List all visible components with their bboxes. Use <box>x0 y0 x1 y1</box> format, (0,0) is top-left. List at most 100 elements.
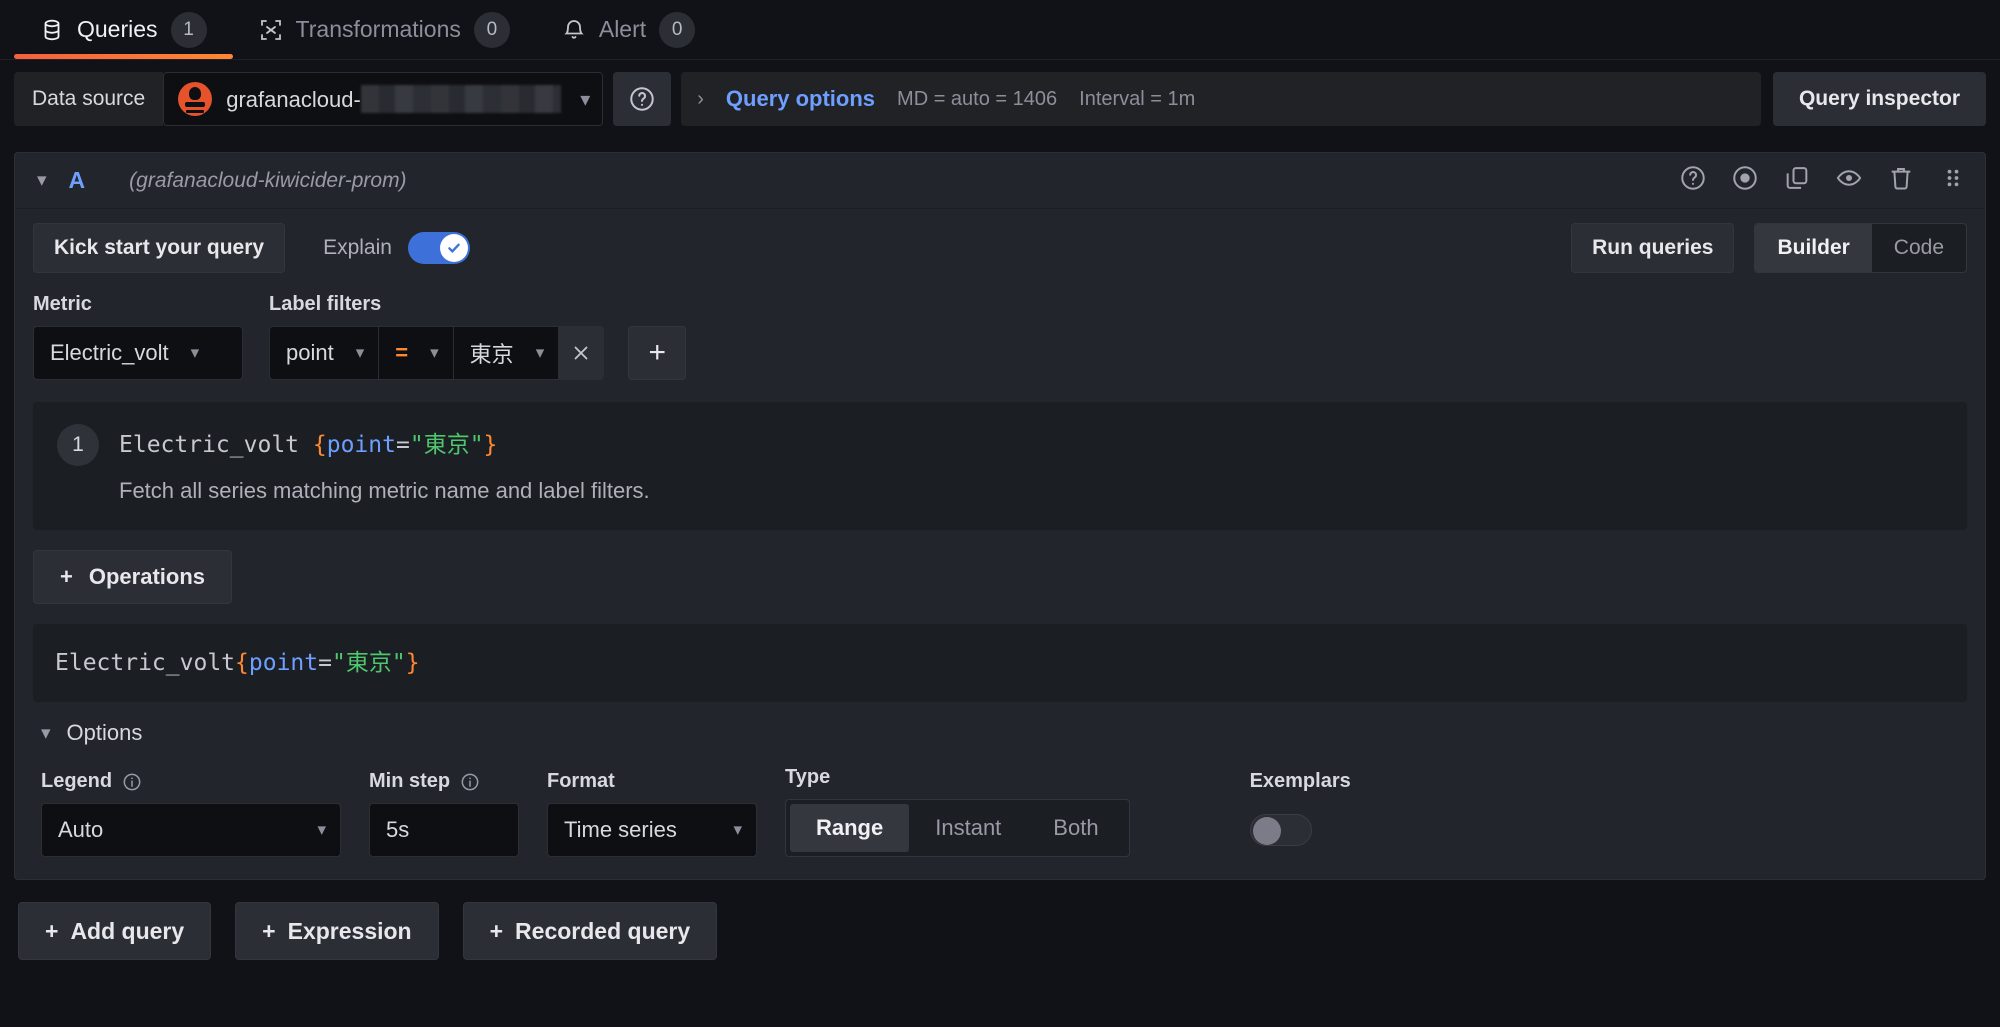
explain-code: Electric_volt {point="東京"} <box>119 424 497 466</box>
legend-label: Legend <box>41 770 113 792</box>
add-query-button[interactable]: + Add query <box>18 902 212 960</box>
toggle-knob <box>439 234 468 262</box>
prometheus-logo-icon <box>178 82 213 116</box>
add-query-label: Add query <box>70 917 185 944</box>
exemplars-field: Exemplars <box>1249 770 1351 857</box>
panel-editor-tabbar: Queries 1 Transformations 0 Alert 0 <box>0 0 2000 60</box>
run-queries-button[interactable]: Run queries <box>1571 223 1735 273</box>
label-filter-operator: = <box>395 340 409 365</box>
tab-queries[interactable]: Queries 1 <box>14 0 233 59</box>
min-step-label: Min step <box>369 770 451 792</box>
legend-value: Auto <box>58 817 104 842</box>
label-filters-label: Label filters <box>269 293 382 315</box>
min-step-input[interactable]: 5s <box>369 803 519 857</box>
trash-icon[interactable] <box>1887 164 1915 197</box>
query-builder-fields: Metric Electric_volt ▾ Label filters poi… <box>15 287 1985 398</box>
editor-mode-code[interactable]: Code <box>1872 224 1966 272</box>
tab-transformations[interactable]: Transformations 0 <box>233 0 536 59</box>
preview-metric: Electric_volt <box>55 650 236 676</box>
preview-label: point <box>248 650 319 676</box>
type-option-both[interactable]: Both <box>1027 804 1124 852</box>
query-preview-code: Electric_volt{point="東京"} <box>55 650 420 676</box>
legend-select[interactable]: Auto ▾ <box>41 803 341 857</box>
preview-open-brace: { <box>235 650 249 676</box>
add-recorded-query-label: Recorded query <box>515 917 691 944</box>
bell-icon <box>562 18 586 42</box>
collapse-query-icon[interactable]: ▾ <box>37 169 47 192</box>
query-options-bar[interactable]: › Query options MD = auto = 1406 Interva… <box>681 72 1761 126</box>
editor-mode-switcher: Builder Code <box>1754 223 1967 273</box>
explain-code-eq: = <box>395 432 410 458</box>
label-filters-field: Label filters point ▾ = ▾ 東京 ▾ + <box>269 293 687 380</box>
tab-transformations-label: Transformations <box>295 16 461 42</box>
target-circle-icon[interactable] <box>1731 164 1759 197</box>
query-ref-id[interactable]: A <box>69 167 86 194</box>
label-filter-key: point <box>286 340 334 365</box>
datasource-row: Data source grafanacloud- ▾ › Query opti… <box>0 60 2000 138</box>
info-icon[interactable] <box>122 772 142 792</box>
type-option-range[interactable]: Range <box>790 804 910 852</box>
toggle-knob <box>1252 817 1281 845</box>
add-recorded-query-button[interactable]: + Recorded query <box>462 902 718 960</box>
editor-mode-builder[interactable]: Builder <box>1755 224 1872 272</box>
explain-code-value: "東京" <box>409 432 484 458</box>
label-filter-key-select[interactable]: point ▾ <box>269 326 379 380</box>
format-select[interactable]: Time series ▾ <box>547 803 757 857</box>
explain-code-metric: Electric_volt <box>119 432 300 458</box>
preview-value: "東京" <box>331 650 406 676</box>
copy-icon[interactable] <box>1783 164 1811 197</box>
operations-row: + Operations <box>15 530 1985 624</box>
help-circle-icon[interactable] <box>1679 164 1707 197</box>
help-circle-icon <box>630 87 654 111</box>
transformations-icon <box>259 18 283 42</box>
preview-eq: = <box>318 650 332 676</box>
label-filter-value-select[interactable]: 東京 ▾ <box>452 326 559 380</box>
explain-toggle[interactable] <box>407 232 470 264</box>
format-label: Format <box>547 770 615 792</box>
explain-description: Fetch all series matching metric name an… <box>119 478 650 503</box>
explain-code-label: point <box>326 432 396 458</box>
query-options-section: ▾ Options Legend Auto ▾ Min step 5s Form… <box>15 702 1985 879</box>
add-label-filter-button[interactable]: + <box>628 326 687 380</box>
datasource-name-redacted <box>360 85 561 113</box>
remove-label-filter-button[interactable] <box>558 326 605 380</box>
drag-handle-icon[interactable] <box>1939 164 1967 197</box>
query-toolbar: Kick start your query Explain Run querie… <box>15 209 1985 287</box>
explain-step-number: 1 <box>57 424 99 466</box>
options-header[interactable]: ▾ Options <box>41 720 1967 746</box>
chevron-down-icon: ▾ <box>430 343 439 362</box>
kick-start-query-button[interactable]: Kick start your query <box>33 223 286 273</box>
close-icon <box>574 346 588 360</box>
metric-field: Metric Electric_volt ▾ <box>33 293 243 380</box>
add-expression-button[interactable]: + Expression <box>235 902 439 960</box>
type-option-instant[interactable]: Instant <box>909 804 1027 852</box>
chevron-down-icon: ▾ <box>317 820 326 839</box>
min-step-field: Min step 5s <box>369 770 519 857</box>
exemplars-toggle[interactable] <box>1249 814 1312 846</box>
check-icon <box>448 243 460 253</box>
metric-select[interactable]: Electric_volt ▾ <box>33 326 243 380</box>
eye-icon[interactable] <box>1835 164 1863 197</box>
chevron-down-icon: ▾ <box>355 343 365 362</box>
tab-alert[interactable]: Alert 0 <box>536 0 721 59</box>
query-options-title[interactable]: Query options <box>726 86 875 112</box>
query-inspector-button[interactable]: Query inspector <box>1772 72 1986 126</box>
options-title: Options <box>66 720 143 745</box>
metric-label: Metric <box>33 293 92 315</box>
options-fields: Legend Auto ▾ Min step 5s Format Time se… <box>41 766 1967 857</box>
label-filter-row: point ▾ = ▾ 東京 ▾ <box>269 326 605 380</box>
tab-transformations-count: 0 <box>473 11 510 48</box>
chevron-down-icon: ▾ <box>580 88 591 111</box>
label-filter-operator-select[interactable]: = ▾ <box>378 326 453 380</box>
plus-icon: + <box>45 917 59 944</box>
tab-queries-label: Queries <box>77 16 158 42</box>
datasource-picker[interactable]: grafanacloud- ▾ <box>163 72 604 126</box>
chevron-down-icon: ▾ <box>733 820 742 839</box>
datasource-help-button[interactable] <box>613 72 672 126</box>
tab-queries-count: 1 <box>170 11 207 48</box>
info-icon[interactable] <box>460 772 480 792</box>
min-step-label-wrap: Min step <box>369 770 519 793</box>
add-operations-button[interactable]: + Operations <box>33 550 232 604</box>
explain-label: Explain <box>323 236 392 259</box>
plus-icon: + <box>262 917 276 944</box>
